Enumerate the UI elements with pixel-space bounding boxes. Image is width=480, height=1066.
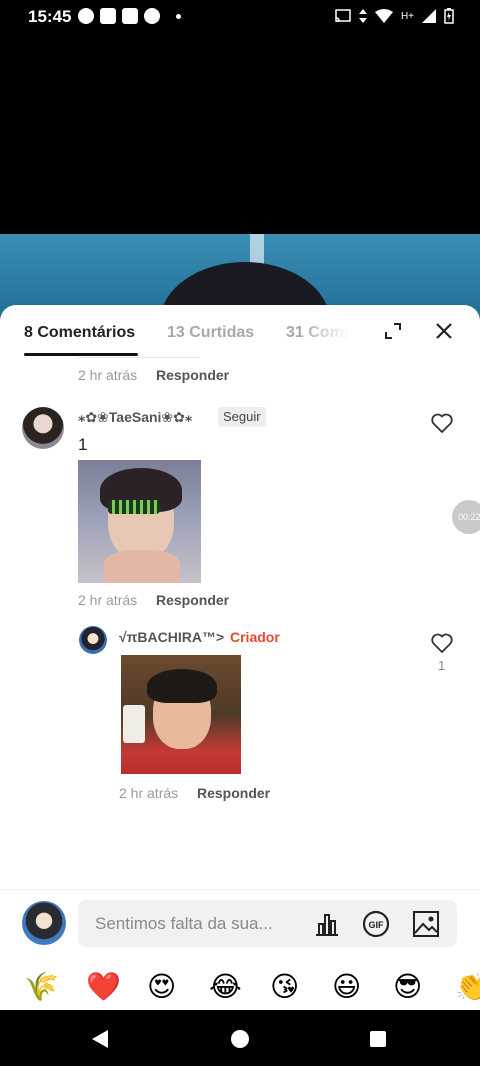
cast-icon <box>335 9 351 22</box>
video-player-area[interactable] <box>0 34 480 234</box>
comments-sheet: 8 Comentários 13 Curtidas 31 Compa 2 hr … <box>0 305 480 1010</box>
tab-comments[interactable]: 8 Comentários <box>24 324 135 342</box>
emoji-button[interactable]: 🌾 <box>24 969 59 1005</box>
notification-icons <box>78 8 181 24</box>
svg-text:GIF: GIF <box>369 920 385 930</box>
divider <box>78 357 200 358</box>
home-icon[interactable] <box>231 1030 249 1048</box>
data-arrows-icon <box>358 9 367 23</box>
battery-icon <box>444 8 454 24</box>
heart-icon[interactable] <box>430 412 454 434</box>
status-time: 15:45 <box>28 7 72 26</box>
signal-icon <box>422 9 436 23</box>
heart-icon[interactable] <box>430 632 454 654</box>
avatar[interactable] <box>79 626 107 654</box>
poll-icon[interactable] <box>313 910 341 938</box>
app-notification-icon <box>144 8 160 24</box>
emoji-button[interactable]: 😂 <box>209 969 242 1005</box>
more-notifications-icon <box>176 13 181 19</box>
image-icon[interactable] <box>412 910 440 938</box>
emoji-button[interactable]: 😍 <box>147 969 176 1005</box>
floating-timer-bubble[interactable]: 00:22 <box>452 500 480 534</box>
comment-image[interactable] <box>78 460 201 583</box>
comment-image[interactable] <box>121 655 241 774</box>
gif-icon[interactable]: GIF <box>362 910 390 938</box>
reply-button[interactable]: Responder <box>156 367 229 383</box>
app-notification-icon <box>100 8 116 24</box>
comments-tabs: 8 Comentários 13 Curtidas 31 Compa <box>0 305 480 361</box>
avatar[interactable] <box>22 901 66 945</box>
emoji-button[interactable]: ❤️ <box>86 969 121 1005</box>
system-navigation-bar <box>0 1010 480 1066</box>
tab-likes[interactable]: 13 Curtidas <box>167 324 254 342</box>
avatar[interactable] <box>22 407 64 449</box>
recent-apps-icon[interactable] <box>370 1031 386 1047</box>
comment-time: 2 hr atrás <box>78 592 138 608</box>
emoji-quick-bar: 🌾 ❤️ 😍 😂 😘 😃 😎 👏 <box>0 969 480 1009</box>
like-count: 1 <box>438 658 446 673</box>
emoji-button[interactable]: 👏 <box>455 969 480 1005</box>
separator-dot: · <box>220 629 225 645</box>
app-notification-icon <box>122 8 138 24</box>
reply-button[interactable]: Responder <box>197 785 270 801</box>
divider <box>0 889 480 890</box>
chat-notification-icon <box>78 8 94 24</box>
network-type: H+ <box>400 10 414 22</box>
expand-icon[interactable] <box>383 321 403 341</box>
comment-time: 2 hr atrás <box>119 785 179 801</box>
emoji-button[interactable]: 😎 <box>393 969 422 1005</box>
comment-text: 1 <box>78 435 88 454</box>
reply-button[interactable]: Responder <box>156 592 229 608</box>
status-bar: 15:45 H+ <box>0 0 480 34</box>
comment-input[interactable]: Sentimos falta da sua... GIF <box>78 900 457 947</box>
active-tab-indicator <box>24 353 138 356</box>
comment-username[interactable]: √πBACHIRA™> <box>119 629 224 645</box>
emoji-button[interactable]: 😘 <box>270 969 299 1005</box>
emoji-button[interactable]: 😃 <box>332 969 361 1005</box>
follow-button[interactable]: Seguir <box>218 407 266 427</box>
comment-time: 2 hr atrás <box>78 367 138 383</box>
comment-input-placeholder: Sentimos falta da sua... <box>95 914 273 933</box>
system-icons: H+ <box>335 8 454 24</box>
comment-username[interactable]: ⁎✿❀TaeSani❀✿⁎ <box>78 409 192 426</box>
back-icon[interactable] <box>92 1030 108 1048</box>
close-icon[interactable] <box>434 321 454 341</box>
creator-badge: Criador <box>230 629 280 645</box>
wifi-icon <box>374 9 393 23</box>
